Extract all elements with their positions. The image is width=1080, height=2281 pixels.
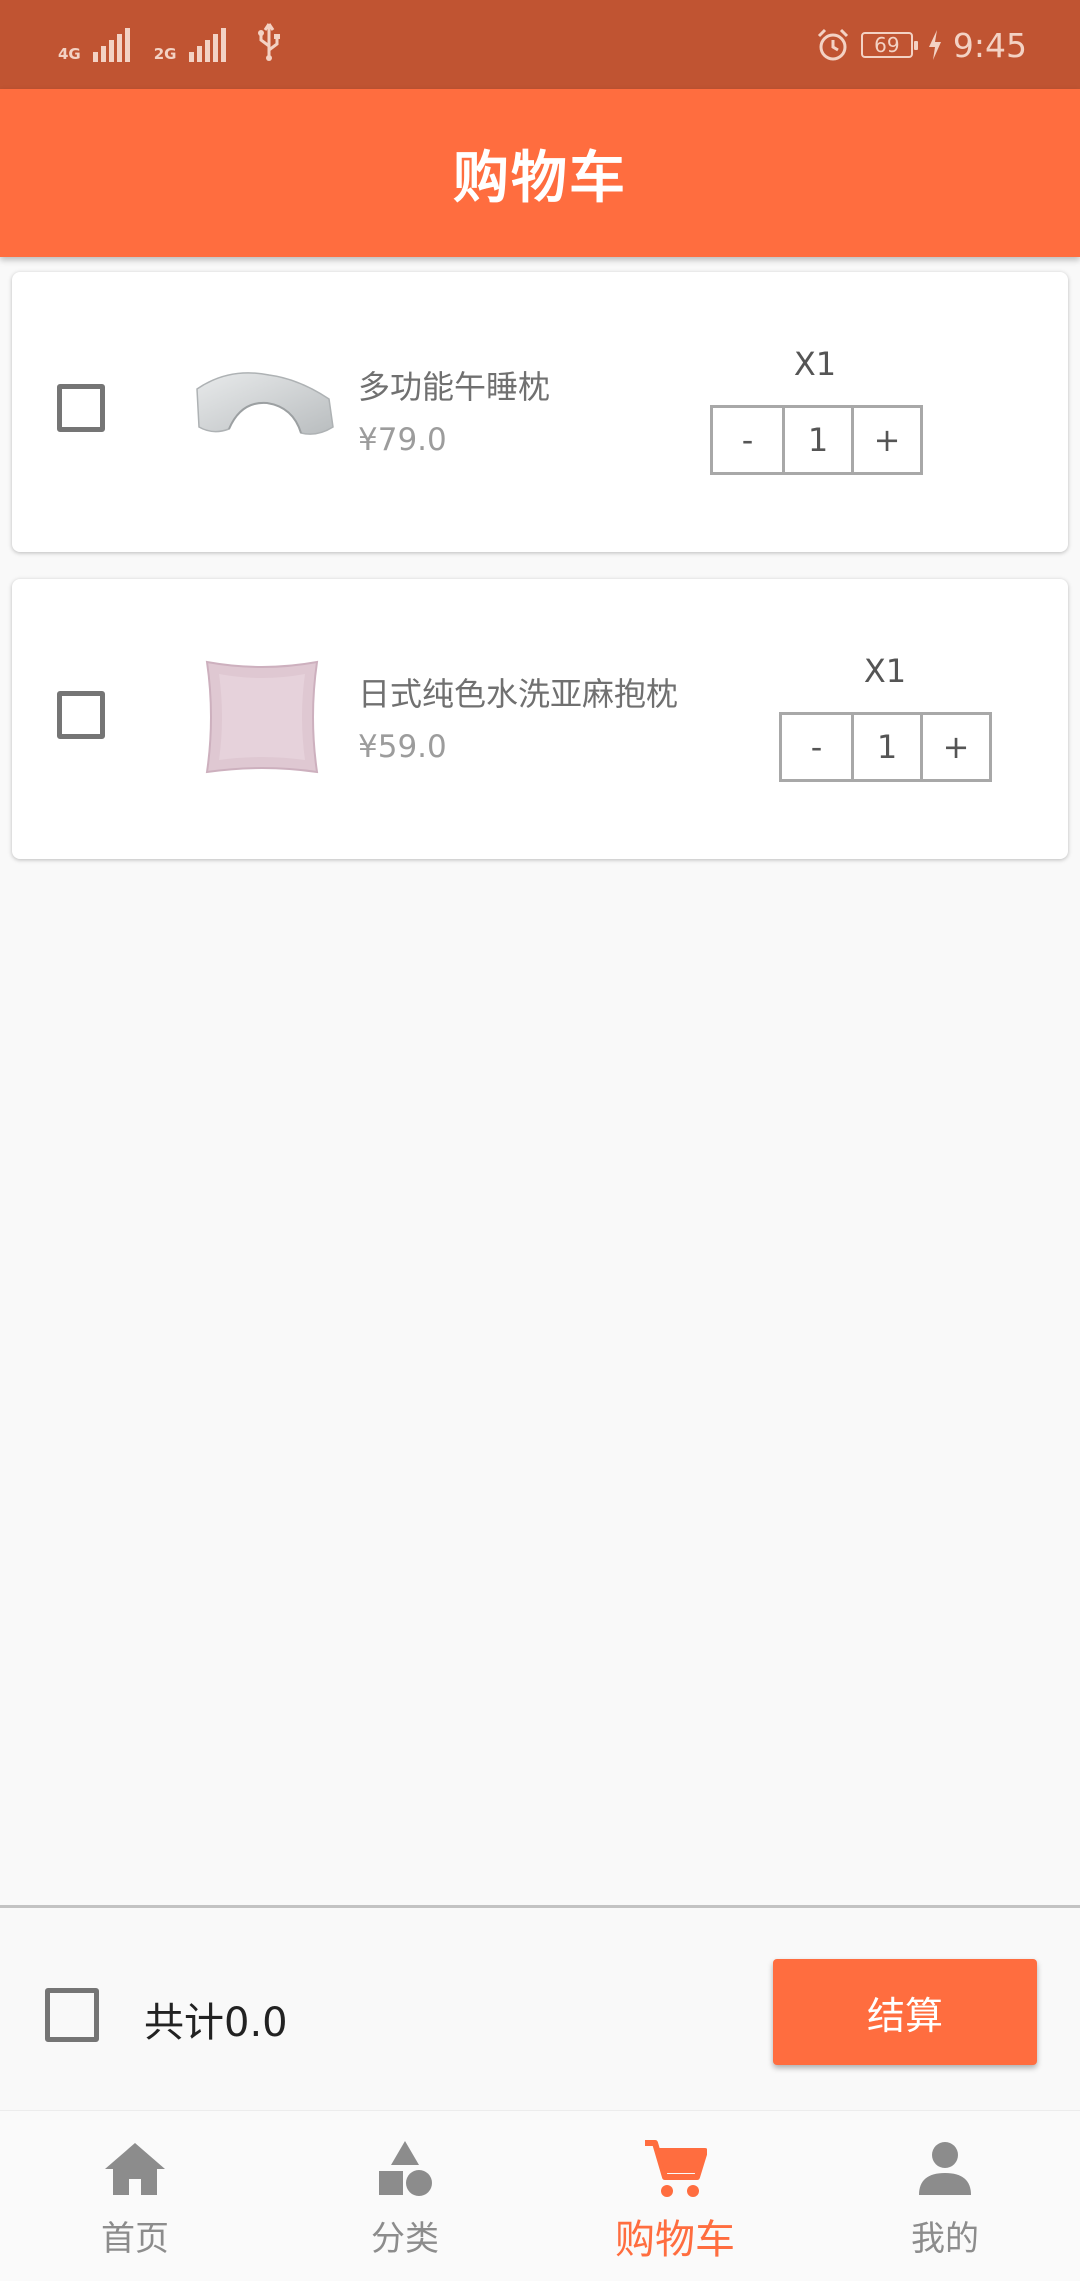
quantity-label: X1 — [863, 652, 907, 690]
charging-bolt-icon — [928, 30, 941, 60]
bottom-nav: 首页 分类 购物车 我的 — [0, 2110, 1080, 2281]
signal-icon-2 — [188, 28, 226, 62]
checkout-button[interactable]: 结算 — [773, 1959, 1037, 2065]
increment-button[interactable]: + — [851, 408, 920, 472]
cart-icon — [645, 2140, 707, 2197]
cart-item: 日式纯色水洗亚麻抱枕 ¥59.0 X1 - 1 + — [12, 579, 1068, 859]
network-type-label-2: 2G — [153, 45, 177, 63]
quantity-stepper: - 1 + — [710, 405, 923, 475]
product-price: ¥59.0 — [358, 729, 447, 765]
usb-icon — [257, 23, 280, 61]
nav-label: 购物车 — [615, 2217, 735, 2263]
status-right-group: 69 9:45 — [815, 22, 1027, 68]
page-title: 购物车 — [453, 145, 627, 211]
nav-item-category[interactable]: 分类 — [270, 2111, 540, 2281]
item-checkbox[interactable] — [57, 384, 105, 432]
quantity-value: 1 — [851, 715, 920, 779]
app-bar: 购物车 — [0, 89, 1080, 257]
alarm-icon — [817, 28, 848, 61]
decrement-button[interactable]: - — [713, 408, 782, 472]
item-checkbox[interactable] — [57, 691, 105, 739]
checkout-bar: 共计0.0 结算 — [0, 1905, 1080, 2113]
product-name: 多功能午睡枕 — [358, 368, 551, 406]
battery-level: 69 — [874, 33, 900, 57]
increment-button[interactable]: + — [920, 715, 989, 779]
nav-label: 分类 — [371, 2219, 439, 2259]
category-icon — [379, 2141, 432, 2196]
signal-icon — [92, 28, 130, 62]
select-all-checkbox[interactable] — [45, 1988, 99, 2042]
product-name: 日式纯色水洗亚麻抱枕 — [358, 675, 679, 713]
nav-label: 我的 — [911, 2219, 979, 2259]
quantity-stepper: - 1 + — [779, 712, 992, 782]
nav-item-cart[interactable]: 购物车 — [540, 2111, 810, 2281]
total-amount: 共计0.0 — [144, 2000, 288, 2046]
network-type-label: 4G — [58, 45, 81, 63]
status-bar: 4G 2G 69 9:45 — [0, 0, 1080, 89]
quantity-label: X1 — [793, 345, 837, 383]
status-left-group: 4G 2G — [58, 22, 282, 62]
product-price: ¥79.0 — [358, 422, 447, 458]
clock: 9:45 — [952, 25, 1027, 65]
person-icon — [919, 2142, 971, 2195]
home-icon — [105, 2143, 165, 2195]
product-thumbnail — [196, 372, 334, 435]
cart-item: 多功能午睡枕 ¥79.0 X1 - 1 + — [12, 272, 1068, 552]
nav-item-profile[interactable]: 我的 — [810, 2111, 1080, 2281]
battery-icon: 69 — [860, 32, 918, 58]
nav-item-home[interactable]: 首页 — [0, 2111, 270, 2281]
decrement-button[interactable]: - — [782, 715, 851, 779]
product-thumbnail — [205, 660, 319, 774]
quantity-value: 1 — [782, 408, 851, 472]
nav-label: 首页 — [101, 2219, 169, 2259]
